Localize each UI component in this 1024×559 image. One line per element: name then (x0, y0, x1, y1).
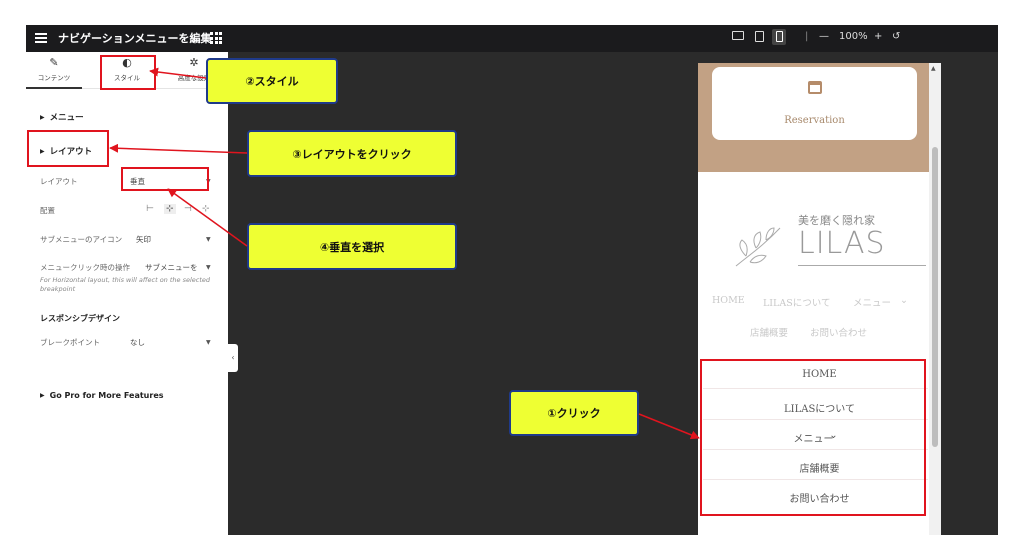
arrow-to-vertical-menu (638, 413, 700, 440)
arrow-to-style-tab (149, 67, 207, 79)
arrow-to-layout-select (167, 188, 248, 247)
annotation-arrows (109, 67, 700, 440)
arrow-to-layout-section (109, 143, 248, 154)
